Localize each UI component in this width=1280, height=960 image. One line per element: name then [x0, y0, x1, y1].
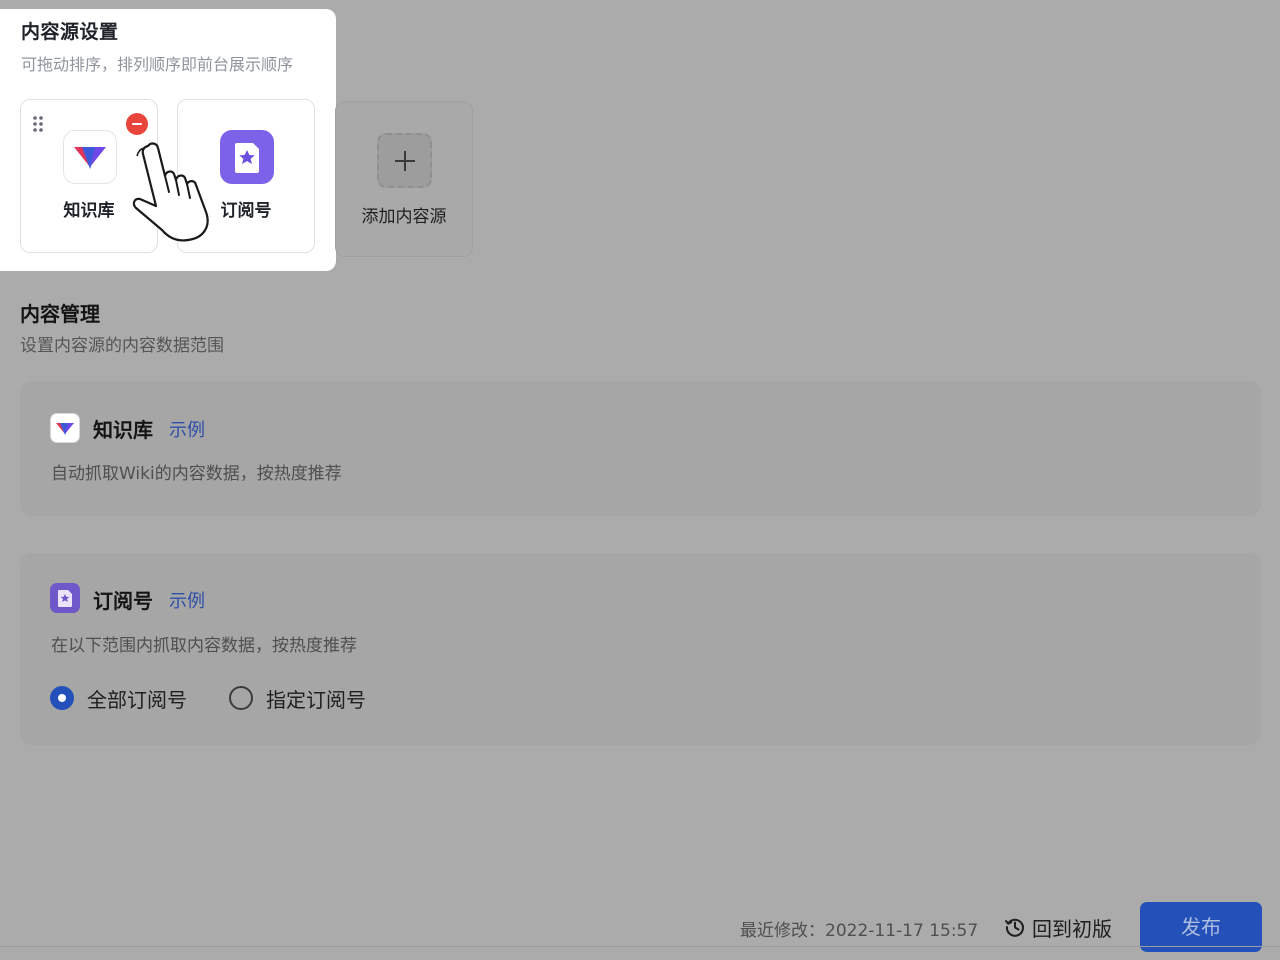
- radio-selected-icon[interactable]: [50, 686, 74, 710]
- source-settings-subtitle: 可拖动排序，排列顺序即前台展示顺序: [21, 55, 294, 74]
- content-management-title: 内容管理: [20, 302, 100, 326]
- knowledge-base-card-desc: 自动抓取Wiki的内容数据，按热度推荐: [51, 464, 342, 484]
- subscription-card-desc: 在以下范围内抓取内容数据，按热度推荐: [51, 636, 357, 656]
- knowledge-base-card-title: 知识库: [93, 418, 153, 442]
- revert-button[interactable]: 回到初版: [1004, 912, 1122, 942]
- radio-label: 全部订阅号: [87, 688, 187, 712]
- source-settings-title: 内容源设置: [21, 21, 119, 43]
- knowledge-base-card: 知识库 示例 自动抓取Wiki的内容数据，按热度推荐: [20, 381, 1261, 516]
- subscription-card: 订阅号 示例 在以下范围内抓取内容数据，按热度推荐 全部订阅号 指定订阅号: [20, 553, 1261, 745]
- add-box: [377, 133, 432, 188]
- radio-label: 指定订阅号: [266, 688, 366, 712]
- radio-unselected-icon[interactable]: [229, 686, 253, 710]
- subscription-star-icon: [220, 130, 274, 184]
- subscription-card-title: 订阅号: [93, 589, 153, 613]
- knowledge-base-example-link[interactable]: 示例: [169, 416, 205, 442]
- pointer-hand-icon: [132, 142, 209, 242]
- history-icon: [1005, 918, 1024, 937]
- knowledge-base-logo-icon: [50, 413, 80, 443]
- drag-handle-icon[interactable]: [32, 115, 44, 133]
- footer-divider: [0, 946, 1280, 947]
- radio-all-subscriptions[interactable]: 全部订阅号: [50, 683, 210, 713]
- content-management-subtitle: 设置内容源的内容数据范围: [20, 336, 224, 356]
- radio-specific-subscriptions[interactable]: 指定订阅号: [229, 683, 389, 713]
- knowledge-base-logo-icon: [63, 130, 117, 184]
- subscription-star-icon: [50, 583, 80, 613]
- add-source-label: 添加内容源: [361, 207, 447, 227]
- subscription-example-link[interactable]: 示例: [169, 587, 205, 613]
- plus-icon: [395, 151, 415, 171]
- remove-source-button[interactable]: [126, 113, 148, 135]
- add-source-button[interactable]: 添加内容源: [335, 101, 473, 257]
- revert-label: 回到初版: [1032, 917, 1112, 941]
- publish-button[interactable]: 发布: [1140, 902, 1262, 952]
- last-modified-text: 最近修改：2022-11-17 15:57: [740, 921, 979, 941]
